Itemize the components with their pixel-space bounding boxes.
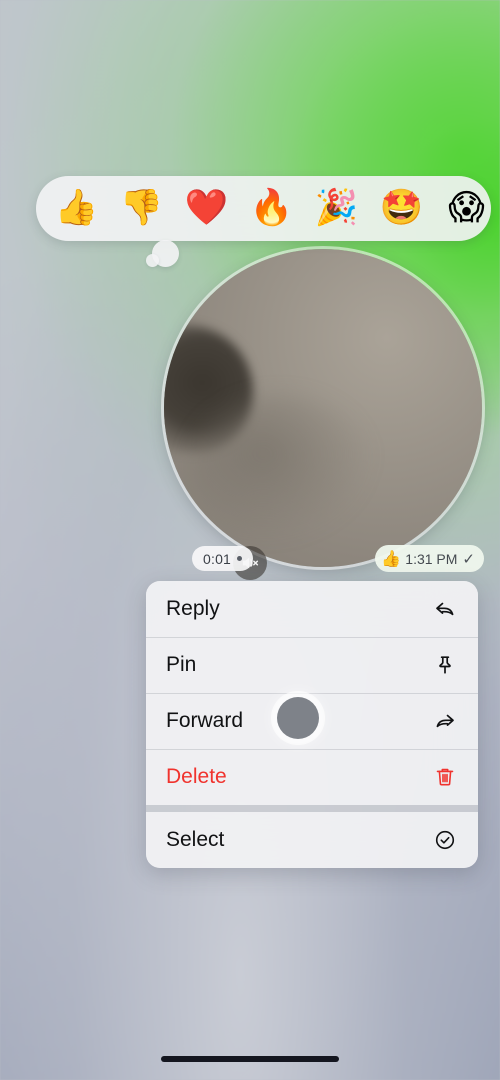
reaction-party-popper[interactable]: 🎉 [304,176,369,241]
video-duration-text: 0:01 [203,550,232,567]
home-indicator[interactable] [161,1056,339,1062]
video-duration-badge: 0:01 [192,546,254,571]
round-video-message[interactable] [164,249,482,567]
reaction-fire[interactable]: 🔥 [239,176,304,241]
touch-cursor-indicator [277,697,319,739]
menu-item-pin[interactable]: Pin [146,637,478,693]
message-timestamp: 1:31 PM [405,550,458,567]
check-circle-icon [432,827,458,853]
pin-icon [432,652,458,678]
menu-item-reply[interactable]: Reply [146,581,478,637]
menu-item-select[interactable]: Select [146,812,478,868]
menu-item-pin-label: Pin [166,653,197,676]
applied-reaction-thumbs-up-icon[interactable]: 👍 [381,549,401,568]
delivery-check-icon: ✓ [462,550,475,568]
reaction-red-heart[interactable]: ❤️ [174,176,239,241]
trash-icon [432,764,458,790]
message-meta-badge: 👍 1:31 PM ✓ [375,545,484,572]
reaction-picker-bar[interactable]: 👍 👎 ❤️ 🔥 🎉 🤩 😱 [36,176,491,241]
menu-item-reply-label: Reply [166,597,220,620]
menu-section-divider [146,805,478,812]
reaction-thumbs-up[interactable]: 👍 [44,176,109,241]
reaction-star-struck[interactable]: 🤩 [369,176,434,241]
menu-item-delete[interactable]: Delete [146,749,478,805]
unplayed-dot-icon [237,556,243,561]
reaction-bar-tail-dot [146,254,159,267]
menu-item-select-label: Select [166,828,225,851]
menu-item-delete-label: Delete [166,765,227,788]
reply-icon [432,596,458,622]
reaction-thumbs-down[interactable]: 👎 [109,176,174,241]
forward-icon [432,708,458,734]
